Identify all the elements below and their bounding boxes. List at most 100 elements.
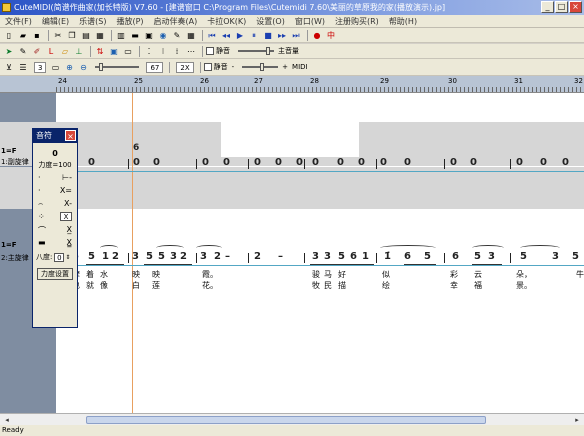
- pencil-icon[interactable]: ✎: [171, 30, 183, 41]
- dots-mid-icon[interactable]: ⁝: [157, 46, 169, 57]
- track2-note[interactable]: 3: [312, 251, 319, 262]
- track2-note[interactable]: 5: [474, 251, 481, 262]
- track2-note[interactable]: 6: [350, 251, 357, 262]
- half-note-icon[interactable]: ⊢-: [62, 173, 72, 183]
- image-icon[interactable]: ▣: [108, 46, 120, 57]
- track1-note[interactable]: 0: [450, 157, 457, 168]
- track1-note[interactable]: 0: [296, 157, 303, 168]
- dots-alt-icon[interactable]: ⋯: [185, 46, 197, 57]
- menu-help[interactable]: 帮助(H): [384, 16, 422, 27]
- stop-icon[interactable]: ■: [262, 30, 274, 41]
- menu-edit[interactable]: 编辑(E): [37, 16, 74, 27]
- menu-play[interactable]: 播放(P): [111, 16, 148, 27]
- track2-note[interactable]: –: [278, 251, 283, 262]
- brush-icon[interactable]: ✐: [31, 46, 43, 57]
- dots-low-icon[interactable]: ⁚: [143, 46, 155, 57]
- track2-note[interactable]: 6: [452, 251, 459, 262]
- track2-name[interactable]: 2:主旋律: [1, 253, 29, 263]
- track1-note[interactable]: 0: [380, 157, 387, 168]
- speed-value[interactable]: 2X: [176, 61, 194, 73]
- sixteenth-note-icon[interactable]: X-: [64, 199, 72, 209]
- dots-high-icon[interactable]: ⁞: [171, 46, 183, 57]
- line-icon[interactable]: ▭: [122, 46, 134, 57]
- globe-icon[interactable]: ◉: [157, 30, 169, 41]
- zoom-in-icon[interactable]: ⊕: [63, 62, 75, 73]
- eighth-note-icon[interactable]: X=: [60, 186, 72, 196]
- scroll-right-icon[interactable]: ▸: [572, 415, 582, 425]
- track1-note[interactable]: 0: [516, 157, 523, 168]
- close-button[interactable]: ×: [569, 1, 582, 13]
- track1-note[interactable]: 0: [275, 157, 282, 168]
- record-icon[interactable]: ●: [311, 30, 323, 41]
- menu-score[interactable]: 乐谱(S): [74, 16, 111, 27]
- save-icon[interactable]: ▪: [31, 30, 43, 41]
- menu-register[interactable]: 注册购买(R): [330, 16, 384, 27]
- eraser-icon[interactable]: ▱: [59, 46, 71, 57]
- pen-icon[interactable]: ✎: [17, 46, 29, 57]
- octave-field[interactable]: 0: [54, 252, 65, 262]
- track1-note[interactable]: 0: [404, 157, 411, 168]
- track2-note[interactable]: 2: [214, 251, 221, 262]
- scroll-left-icon[interactable]: ◂: [2, 415, 12, 425]
- ruler-icon[interactable]: ▭: [49, 62, 61, 73]
- track2-note[interactable]: 1: [362, 251, 369, 262]
- track2-note[interactable]: 1̇: [384, 251, 391, 262]
- skip-start-icon[interactable]: ⏮: [206, 30, 218, 41]
- track2-note[interactable]: 5: [88, 251, 95, 262]
- track1-note[interactable]: 0: [562, 157, 569, 168]
- open-folder-icon[interactable]: ▰: [17, 30, 29, 41]
- track2-note[interactable]: 5: [520, 251, 527, 262]
- track2-note[interactable]: 3: [132, 251, 139, 262]
- quarter-note-icon[interactable]: ·: [38, 186, 41, 196]
- track1-note[interactable]: 0: [470, 157, 477, 168]
- new-file-icon[interactable]: ▯: [3, 30, 15, 41]
- whole-note-box[interactable]: X: [60, 212, 72, 221]
- meter-field[interactable]: 3: [34, 61, 47, 73]
- track1-name[interactable]: 1:副旋律: [1, 157, 29, 167]
- track2-note[interactable]: 1: [102, 251, 109, 262]
- velocity-settings-button[interactable]: 力度设置: [37, 268, 73, 280]
- slur-icon[interactable]: ⌢: [38, 199, 43, 209]
- track2-note[interactable]: 3: [488, 251, 495, 262]
- track2-note[interactable]: 5: [572, 251, 579, 262]
- lyric-tool-icon[interactable]: L: [45, 46, 57, 57]
- play-icon[interactable]: ▶: [234, 30, 246, 41]
- menu-window[interactable]: 窗口(W): [290, 16, 330, 27]
- checklist-icon[interactable]: ☰: [17, 62, 29, 73]
- maximize-button[interactable]: □: [555, 1, 568, 13]
- layout-icon[interactable]: ▣: [143, 30, 155, 41]
- dot-note-icon[interactable]: ·: [38, 173, 41, 183]
- track2-note[interactable]: 5: [146, 251, 153, 262]
- track1-note[interactable]: 0: [88, 157, 95, 168]
- track2-note[interactable]: 3: [324, 251, 331, 262]
- calculator-icon[interactable]: ▦: [185, 30, 197, 41]
- track2-note[interactable]: 6: [404, 251, 411, 262]
- track2-note[interactable]: 5: [424, 251, 431, 262]
- track1-note[interactable]: 0: [153, 157, 160, 168]
- menu-karaoke[interactable]: 卡拉OK(K): [202, 16, 251, 27]
- track2-note[interactable]: 5: [158, 251, 165, 262]
- mute-checkbox[interactable]: [206, 47, 214, 55]
- copy-icon[interactable]: ❐: [66, 30, 78, 41]
- track1-note[interactable]: 0: [133, 157, 140, 168]
- track2-note[interactable]: –: [225, 251, 230, 262]
- track2-note[interactable]: 3: [170, 251, 177, 262]
- cart-icon[interactable]: ⊻: [3, 62, 15, 73]
- track1-note[interactable]: 0: [358, 157, 365, 168]
- track2-note[interactable]: 3: [552, 251, 559, 262]
- dotted-icon[interactable]: X̳: [67, 238, 72, 248]
- track1-note[interactable]: 0: [312, 157, 319, 168]
- track2-note[interactable]: 2: [254, 251, 261, 262]
- pointer-icon[interactable]: ➤: [3, 46, 15, 57]
- grace-icon[interactable]: ⁘: [38, 212, 45, 222]
- transpose-icon[interactable]: ⇅: [94, 46, 106, 57]
- menu-accompany[interactable]: 启动伴奏(A): [149, 16, 203, 27]
- pause-icon[interactable]: ⏸: [248, 30, 260, 41]
- track2-note[interactable]: 3: [200, 251, 207, 262]
- insert-icon[interactable]: ⊥: [73, 46, 85, 57]
- keyboard-icon[interactable]: ▬: [129, 30, 141, 41]
- skip-end-icon[interactable]: ⏭: [290, 30, 302, 41]
- track1-note[interactable]: 0: [540, 157, 547, 168]
- octave-spinner-icon[interactable]: ⇕: [65, 254, 70, 261]
- main-volume-slider[interactable]: [238, 47, 274, 55]
